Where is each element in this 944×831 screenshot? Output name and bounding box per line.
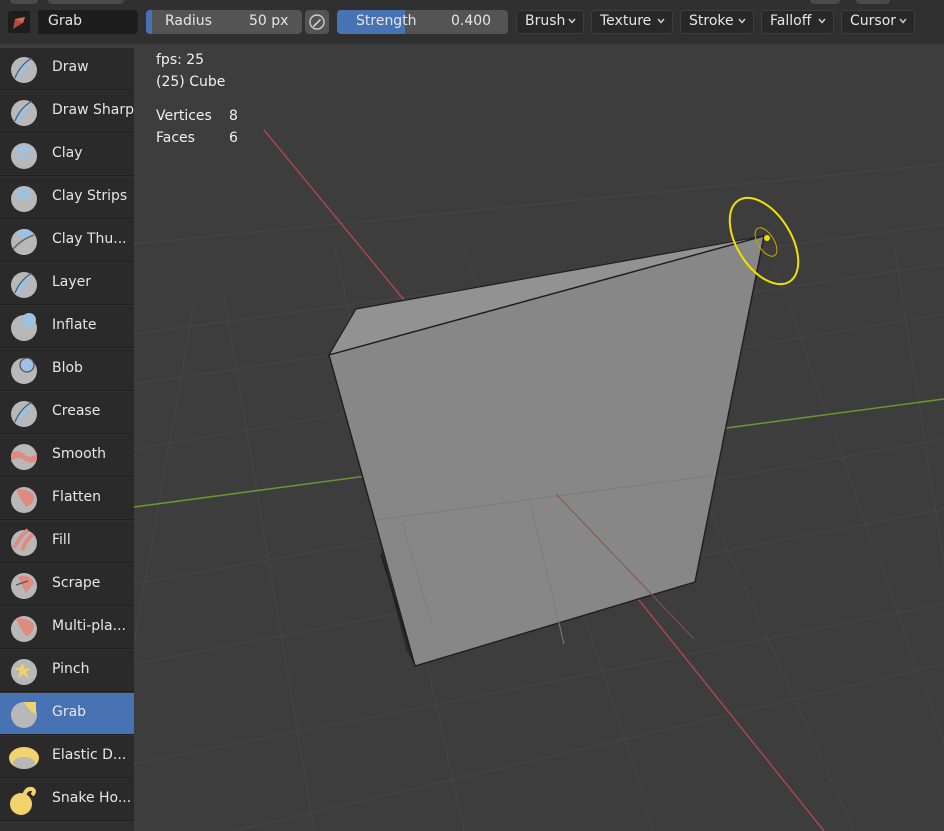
- draw-sharp-brush-icon: [11, 100, 37, 126]
- radius-slider-fill: [146, 10, 153, 34]
- brush-preview-icon[interactable]: [8, 11, 30, 33]
- tool-label: Pinch: [52, 661, 90, 677]
- chevron-down-icon: [899, 18, 907, 24]
- scrape-brush-icon: [11, 573, 37, 599]
- stat-value: 6: [229, 130, 238, 146]
- header-top-tab: [810, 0, 840, 4]
- pressure-pen-icon[interactable]: [305, 10, 329, 34]
- falloff-menu-label: Falloff: [770, 13, 812, 29]
- tool-draw[interactable]: Draw: [0, 48, 134, 90]
- tool-blob[interactable]: Blob: [0, 349, 134, 391]
- scene-statistics: Vertices 8 Faces 6: [156, 105, 238, 149]
- tool-label: Draw Sharp: [52, 102, 134, 118]
- sculpt-toolbar: Draw Draw Sharp Clay Clay Strips Clay Thu...…: [0, 48, 134, 831]
- tool-flatten[interactable]: Flatten: [0, 478, 134, 520]
- chevron-down-icon: [738, 18, 746, 24]
- 3d-viewport[interactable]: [134, 44, 944, 831]
- brush-menu[interactable]: Brush: [516, 10, 584, 34]
- stat-faces: Faces 6: [156, 127, 238, 149]
- viewport-canvas[interactable]: [134, 44, 944, 831]
- falloff-menu[interactable]: Falloff: [761, 10, 834, 34]
- cursor-menu-label: Cursor: [850, 13, 897, 29]
- stroke-menu[interactable]: Stroke: [680, 10, 754, 34]
- cube-mesh[interactable]: [327, 235, 765, 667]
- flatten-brush-icon: [11, 487, 37, 513]
- draw-brush-icon: [11, 57, 37, 83]
- header-top-tab: [48, 0, 124, 4]
- tool-label: Draw: [52, 59, 89, 75]
- tool-elastic-deform[interactable]: Elastic D...: [0, 736, 134, 778]
- tool-label: Multi-pla...: [52, 618, 126, 634]
- tool-header: Grab Radius 50 px Strength 0.400 Brush T…: [0, 0, 944, 44]
- tool-inflate[interactable]: Inflate: [0, 306, 134, 348]
- stat-label: Faces: [156, 130, 195, 146]
- strength-slider[interactable]: Strength 0.400: [337, 10, 508, 34]
- tool-label: Smooth: [52, 446, 107, 462]
- snake-hook-brush-icon: [10, 786, 36, 815]
- chevron-down-icon: [818, 18, 826, 24]
- tool-label: Snake Ho...: [52, 790, 132, 806]
- header-top-tab: [10, 0, 38, 4]
- clay-strips-brush-icon: [11, 186, 37, 212]
- tool-snake-hook[interactable]: Snake Ho...: [0, 779, 134, 821]
- tool-label: Scrape: [52, 575, 101, 591]
- fps-readout: fps: 25: [156, 52, 205, 68]
- pinch-brush-icon: [11, 659, 37, 685]
- clay-brush-icon: [11, 143, 37, 169]
- stat-vertices: Vertices 8: [156, 105, 238, 127]
- cursor-menu[interactable]: Cursor: [841, 10, 915, 34]
- tool-pinch[interactable]: Pinch: [0, 650, 134, 692]
- fill-brush-icon: [11, 528, 37, 556]
- tool-layer[interactable]: Layer: [0, 263, 134, 305]
- chevron-down-icon: [568, 18, 576, 24]
- texture-menu[interactable]: Texture: [591, 10, 673, 34]
- tool-smooth[interactable]: Smooth: [0, 435, 134, 477]
- tool-clay[interactable]: Clay: [0, 134, 134, 176]
- tool-label: Crease: [52, 403, 101, 419]
- tool-fill[interactable]: Fill: [0, 521, 134, 563]
- radius-slider[interactable]: Radius 50 px: [146, 10, 302, 34]
- multiplane-scrape-brush-icon: [11, 616, 37, 642]
- tool-scrape[interactable]: Scrape: [0, 564, 134, 606]
- tool-label: Grab: [52, 704, 87, 720]
- tool-multiplane-scrape[interactable]: Multi-pla...: [0, 607, 134, 649]
- x-axis-line: [263, 129, 410, 307]
- tool-grab[interactable]: Grab: [0, 693, 134, 735]
- radius-value: 50 px: [249, 13, 289, 29]
- object-name: (25) Cube: [156, 74, 226, 90]
- stat-label: Vertices: [156, 108, 212, 124]
- tool-draw-sharp[interactable]: Draw Sharp: [0, 91, 134, 133]
- stat-value: 8: [229, 108, 238, 124]
- tool-label: Blob: [52, 360, 83, 376]
- strength-value: 0.400: [451, 13, 492, 29]
- tool-crease[interactable]: Crease: [0, 392, 134, 434]
- tool-label: Clay Strips: [52, 188, 128, 204]
- tool-clay-strips[interactable]: Clay Strips: [0, 177, 134, 219]
- smooth-brush-icon: [11, 444, 37, 470]
- layer-brush-icon: [11, 272, 37, 298]
- tool-label: Inflate: [52, 317, 97, 333]
- viewport-info-overlay: fps: 25 (25) Cube: [156, 49, 225, 93]
- brush-name-field[interactable]: Grab: [38, 10, 138, 34]
- stroke-menu-label: Stroke: [689, 13, 734, 29]
- header-top-tab: [856, 0, 890, 4]
- clay-thumb-brush-icon: [11, 229, 37, 255]
- grab-brush-icon: [11, 702, 37, 728]
- crease-brush-icon: [11, 401, 37, 427]
- texture-menu-label: Texture: [600, 13, 652, 29]
- elastic-deform-brush-icon: [9, 747, 39, 769]
- radius-label: Radius: [165, 13, 212, 29]
- inflate-brush-icon: [11, 313, 37, 341]
- chevron-down-icon: [657, 18, 665, 24]
- tool-label: Clay: [52, 145, 83, 161]
- tool-label: Elastic D...: [52, 747, 127, 763]
- tool-clay-thumb[interactable]: Clay Thu...: [0, 220, 134, 262]
- brush-menu-label: Brush: [525, 13, 566, 29]
- tool-label: Flatten: [52, 489, 101, 505]
- blob-brush-icon: [11, 357, 37, 384]
- tool-label: Fill: [52, 532, 71, 548]
- tool-label: Layer: [52, 274, 92, 290]
- tool-label: Clay Thu...: [52, 231, 127, 247]
- strength-label: Strength: [356, 13, 417, 29]
